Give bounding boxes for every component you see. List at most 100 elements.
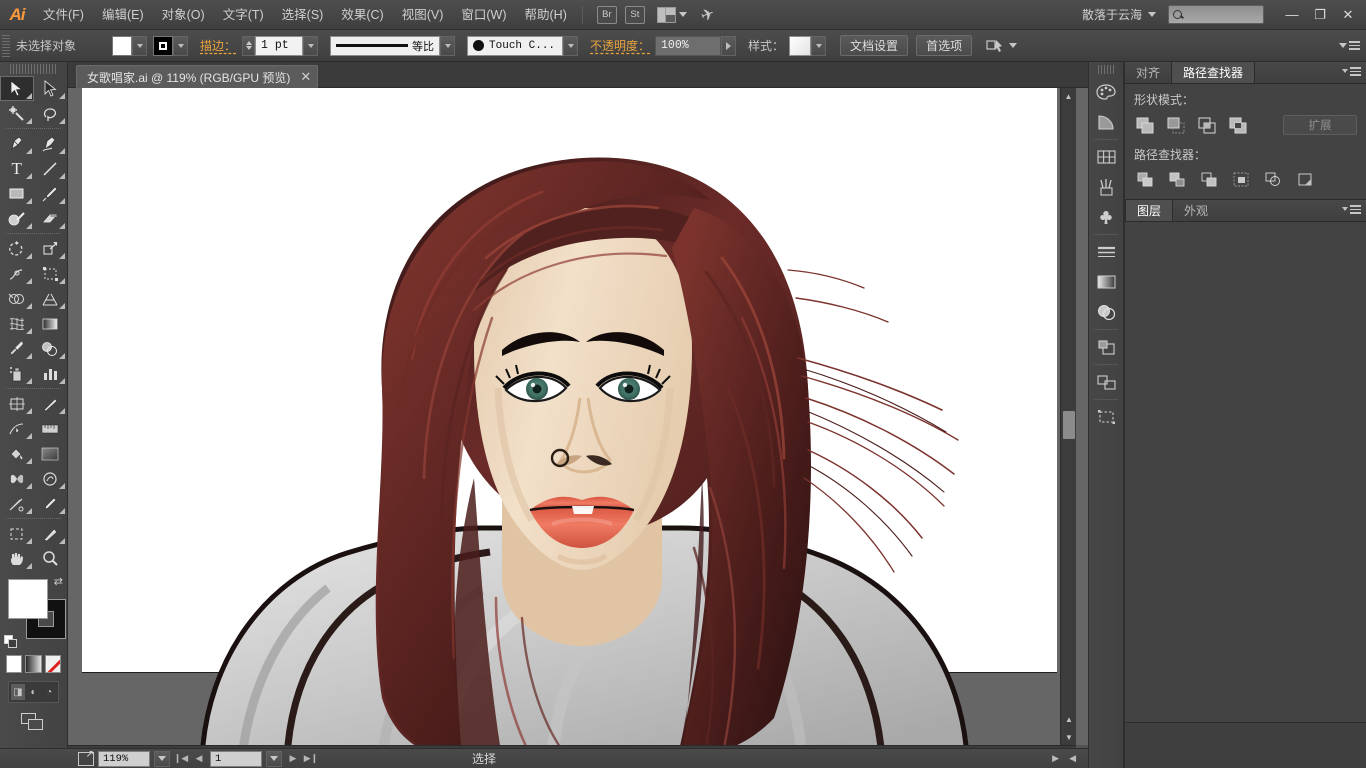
- previous-artboard-button[interactable]: ◀: [192, 751, 206, 767]
- blend-tool[interactable]: [34, 336, 68, 361]
- exclude-button[interactable]: [1227, 115, 1249, 135]
- brush-definition-select[interactable]: Touch C...: [467, 36, 563, 56]
- scale-tool[interactable]: [34, 236, 68, 261]
- stroke-profile-dropdown[interactable]: [440, 36, 455, 56]
- rotate-tool[interactable]: [0, 236, 34, 261]
- unite-button[interactable]: [1134, 115, 1156, 135]
- eraser-tool[interactable]: [34, 206, 68, 231]
- minus-front-button[interactable]: [1165, 115, 1187, 135]
- stroke-weight-input[interactable]: 1 pt: [255, 36, 303, 56]
- pathfinder-panel-menu-button[interactable]: [1342, 67, 1361, 76]
- free-transform-tool[interactable]: [34, 261, 68, 286]
- column-graph-tool[interactable]: [34, 361, 68, 386]
- menu-effect[interactable]: 效果(C): [332, 0, 392, 30]
- artboard-number-input[interactable]: 1: [210, 751, 262, 767]
- scroll-down-arrow-icon[interactable]: ▼: [1061, 729, 1077, 745]
- status-prev-icon[interactable]: ◀: [1069, 753, 1076, 764]
- rectangle-tool[interactable]: [0, 181, 34, 206]
- pencil-tool[interactable]: [34, 491, 68, 516]
- paintbrush-tool[interactable]: [34, 181, 68, 206]
- free-transform-perspective-tool[interactable]: [0, 416, 34, 441]
- status-next-icon[interactable]: ▶: [1052, 753, 1059, 764]
- mesh-gradient-preview[interactable]: [34, 441, 68, 466]
- direct-selection-tool[interactable]: [34, 76, 68, 101]
- pathfinder-icon[interactable]: [1089, 332, 1123, 362]
- gradient-tool[interactable]: [34, 311, 68, 336]
- menu-view[interactable]: 视图(V): [393, 0, 453, 30]
- window-close-button[interactable]: ✕: [1334, 4, 1362, 26]
- menu-help[interactable]: 帮助(H): [516, 0, 576, 30]
- menu-edit[interactable]: 编辑(E): [93, 0, 153, 30]
- scroll-up-arrow-icon[interactable]: ▲: [1061, 88, 1076, 104]
- control-bar-grip[interactable]: [2, 35, 10, 57]
- crop-button[interactable]: [1230, 170, 1252, 190]
- fill-swatch[interactable]: [112, 36, 132, 56]
- tab-layers[interactable]: 图层: [1125, 200, 1173, 221]
- stroke-dropdown[interactable]: [173, 36, 188, 56]
- menu-object[interactable]: 对象(O): [153, 0, 214, 30]
- menu-select[interactable]: 选择(S): [273, 0, 333, 30]
- blob-brush-tool[interactable]: [34, 466, 68, 491]
- screen-mode-button[interactable]: [0, 713, 67, 733]
- intersect-button[interactable]: [1196, 115, 1218, 135]
- curvature-tool[interactable]: [34, 131, 68, 156]
- outline-button[interactable]: [1262, 170, 1284, 190]
- brushes-icon[interactable]: [1089, 172, 1123, 202]
- none-button[interactable]: [45, 655, 61, 673]
- opacity-input[interactable]: 100%: [655, 36, 721, 56]
- line-segment-tool[interactable]: [34, 156, 68, 181]
- control-panel-menu-button[interactable]: [1339, 41, 1360, 50]
- selection-tool[interactable]: [0, 76, 34, 101]
- zoom-level-dropdown[interactable]: [154, 751, 170, 767]
- stroke-weight-label[interactable]: 描边：: [200, 37, 236, 54]
- zoom-level-input[interactable]: 119%: [98, 751, 150, 767]
- symbol-sprayer-tool[interactable]: [0, 361, 34, 386]
- vertical-scrollbar[interactable]: ▲ ▲ ▼: [1060, 88, 1076, 745]
- crop-artboard-tool[interactable]: [0, 521, 34, 546]
- share-icon[interactable]: [78, 752, 94, 766]
- hand-tool[interactable]: [0, 546, 34, 571]
- eraser-secondary-tool[interactable]: [0, 491, 34, 516]
- shaper-tool[interactable]: [0, 206, 34, 231]
- document-tab[interactable]: 女歌唱家.ai @ 119% (RGB/GPU 预览) ✕: [76, 65, 318, 88]
- window-minimize-button[interactable]: —: [1278, 4, 1306, 26]
- transparency-icon[interactable]: [1089, 297, 1123, 327]
- symbol-sprayer-secondary-tool[interactable]: [0, 466, 34, 491]
- default-fill-stroke-icon[interactable]: [4, 635, 18, 649]
- swatches-icon[interactable]: [1089, 142, 1123, 172]
- magic-wand-tool[interactable]: [0, 101, 34, 126]
- window-restore-button[interactable]: ❐: [1306, 4, 1334, 26]
- divide-button[interactable]: [1134, 170, 1156, 190]
- draw-inside-button[interactable]: ◔: [42, 684, 56, 700]
- select-similar-objects-button[interactable]: [986, 38, 1017, 53]
- minus-back-button[interactable]: [1294, 170, 1316, 190]
- pen-tool[interactable]: [0, 131, 34, 156]
- gradient-button[interactable]: [25, 655, 41, 673]
- document-setup-button[interactable]: 文档设置: [840, 35, 908, 56]
- symbols-icon[interactable]: [1089, 202, 1123, 232]
- close-icon[interactable]: ✕: [300, 69, 311, 85]
- menu-type[interactable]: 文字(T): [214, 0, 273, 30]
- align-icon[interactable]: [1089, 367, 1123, 397]
- fill-color-swatch[interactable]: [8, 579, 48, 619]
- search-input[interactable]: [1168, 5, 1264, 24]
- menu-file[interactable]: 文件(F): [34, 0, 93, 30]
- type-tool[interactable]: T: [0, 156, 34, 181]
- expand-button[interactable]: 扩展: [1283, 115, 1357, 135]
- draw-normal-button[interactable]: ◨: [11, 684, 25, 700]
- graphic-style-dropdown[interactable]: [811, 36, 826, 56]
- canvas-area[interactable]: [68, 88, 1088, 745]
- trim-button[interactable]: [1166, 170, 1188, 190]
- artboard-tool[interactable]: [0, 391, 34, 416]
- preferences-button[interactable]: 首选项: [916, 35, 972, 56]
- color-guide-icon[interactable]: [1089, 107, 1123, 137]
- layers-panel-menu-button[interactable]: [1342, 205, 1361, 214]
- stroke-weight-dropdown[interactable]: [303, 36, 318, 56]
- next-artboard-button[interactable]: ▶: [286, 751, 300, 767]
- slice-tool[interactable]: [34, 391, 68, 416]
- tab-pathfinder[interactable]: 路径查找器: [1171, 62, 1255, 83]
- stroke-profile-select[interactable]: 等比: [330, 36, 440, 56]
- opacity-label[interactable]: 不透明度：: [590, 37, 650, 54]
- zoom-tool[interactable]: [34, 546, 68, 571]
- swap-fill-stroke-icon[interactable]: ⇄: [54, 575, 63, 588]
